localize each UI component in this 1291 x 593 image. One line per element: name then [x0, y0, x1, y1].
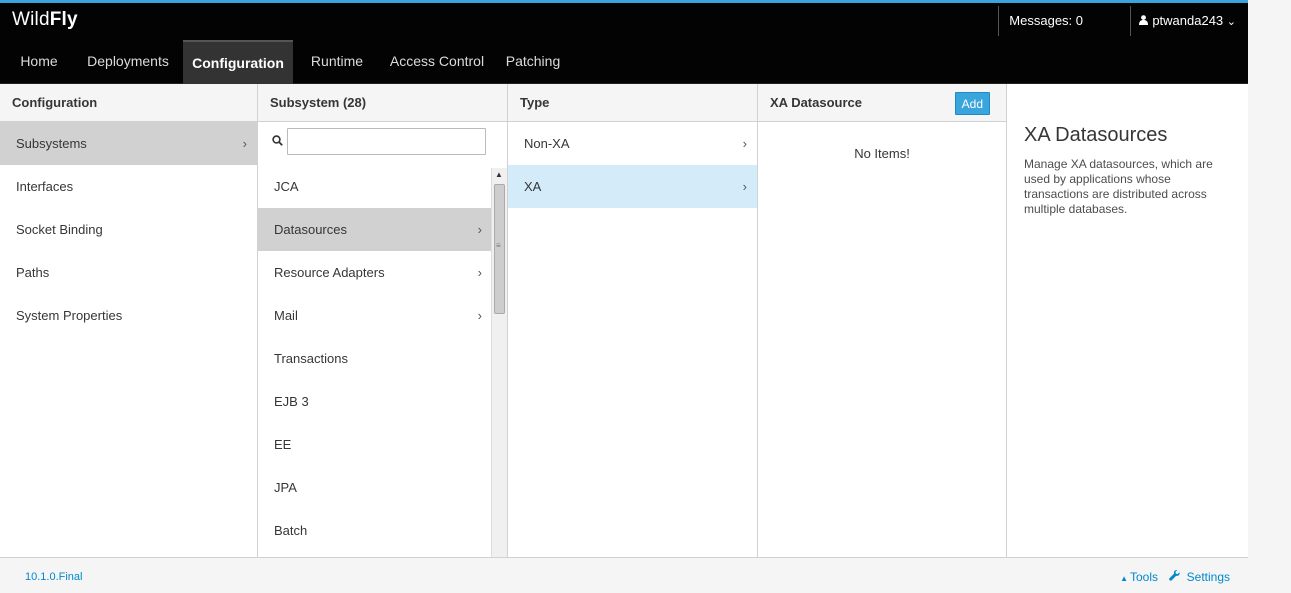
- subsystem-column: Subsystem (28) JCA Datasources › Resourc…: [258, 84, 508, 557]
- type-column-header: Type: [508, 84, 757, 122]
- main-nav: Home Deployments Configuration Runtime A…: [0, 40, 1248, 84]
- config-item-label: System Properties: [16, 308, 123, 323]
- type-item-label: XA: [524, 179, 542, 194]
- xa-datasource-column-header: XA Datasource Add: [758, 84, 1006, 122]
- config-item-subsystems[interactable]: Subsystems ›: [0, 122, 257, 165]
- nav-runtime[interactable]: Runtime: [300, 40, 374, 84]
- subsystem-item-label: Batch: [274, 523, 308, 538]
- config-item-label: Paths: [16, 265, 50, 280]
- search-icon: [272, 134, 283, 149]
- config-item-label: Interfaces: [16, 179, 74, 194]
- right-gutter: [1248, 0, 1291, 593]
- settings-label: Settings: [1186, 570, 1230, 584]
- tools-label: Tools: [1129, 570, 1158, 584]
- config-item-label: Subsystems: [16, 136, 87, 151]
- chevron-right-icon: ›: [477, 308, 482, 323]
- preview-panel: XA Datasources Manage XA datasources, wh…: [1007, 84, 1248, 557]
- nav-configuration[interactable]: Configuration: [183, 40, 293, 84]
- subsystem-search-input[interactable]: [287, 128, 486, 155]
- top-bar: WildFly Messages: 0 ptwanda243 ⌄: [0, 0, 1248, 40]
- chevron-right-icon: ›: [477, 265, 482, 280]
- xa-datasource-column: XA Datasource Add No Items!: [758, 84, 1007, 557]
- type-item-non-xa[interactable]: Non-XA ›: [508, 122, 757, 165]
- app-window: WildFly Messages: 0 ptwanda243 ⌄ Home De…: [0, 0, 1248, 593]
- scroll-up-arrow-icon[interactable]: ▲: [495, 170, 503, 179]
- xa-datasource-header-label: XA Datasource: [770, 95, 862, 110]
- subsystem-item-jpa[interactable]: JPA: [258, 466, 492, 509]
- subsystem-item-label: EJB 3: [274, 394, 309, 409]
- type-column: Type Non-XA › XA ›: [508, 84, 758, 557]
- preview-description: Manage XA datasources, which are used by…: [1024, 157, 1213, 216]
- user-name: ptwanda243: [1152, 13, 1224, 28]
- subsystem-item-label: Datasources: [274, 222, 347, 237]
- chevron-down-icon: ⌄: [1226, 16, 1236, 28]
- config-item-socket-binding[interactable]: Socket Binding: [0, 208, 257, 251]
- messages-link[interactable]: Messages: 0: [998, 6, 1083, 36]
- type-item-xa[interactable]: XA ›: [508, 165, 757, 208]
- version-link[interactable]: 10.1.0.Final: [25, 571, 82, 583]
- chevron-right-icon: ›: [477, 222, 482, 237]
- caret-up-icon: ▲: [1120, 574, 1128, 583]
- subsystem-item-label: Transactions: [274, 351, 348, 366]
- config-item-interfaces[interactable]: Interfaces: [0, 165, 257, 208]
- nav-deployments[interactable]: Deployments: [76, 40, 180, 84]
- nav-patching[interactable]: Patching: [498, 40, 568, 84]
- wildfly-logo[interactable]: WildFly: [12, 9, 78, 31]
- subsystem-scrollbar[interactable]: ▲ ≡: [491, 168, 507, 557]
- subsystem-item-label: Mail: [274, 308, 298, 323]
- config-item-label: Socket Binding: [16, 222, 103, 237]
- scrollbar-thumb[interactable]: ≡: [494, 184, 505, 314]
- empty-state-text: No Items!: [854, 146, 910, 161]
- brand-prefix: Wild: [12, 9, 50, 30]
- settings-link[interactable]: Settings: [1169, 569, 1230, 584]
- subsystem-item-label: JPA: [274, 480, 297, 495]
- add-button[interactable]: Add: [954, 92, 990, 115]
- subsystem-item-label: JCA: [274, 179, 299, 194]
- chevron-right-icon: ›: [242, 136, 247, 151]
- wrench-icon: [1169, 569, 1183, 584]
- config-item-system-properties[interactable]: System Properties: [0, 294, 257, 337]
- configuration-column: Configuration Subsystems › Interfaces So…: [0, 84, 258, 557]
- brand-bold: Fly: [49, 9, 78, 30]
- configuration-column-header: Configuration: [0, 84, 257, 122]
- config-item-paths[interactable]: Paths: [0, 251, 257, 294]
- subsystem-item-label: Resource Adapters: [274, 265, 385, 280]
- subsystem-column-header: Subsystem (28): [258, 84, 507, 122]
- subsystem-item-resource-adapters[interactable]: Resource Adapters ›: [258, 251, 492, 294]
- subsystem-item-datasources[interactable]: Datasources ›: [258, 208, 492, 251]
- subsystem-item-ee[interactable]: EE: [258, 423, 492, 466]
- subsystem-search: [258, 122, 507, 162]
- type-item-label: Non-XA: [524, 136, 570, 151]
- subsystem-list: JCA Datasources › Resource Adapters › Ma…: [258, 165, 492, 552]
- nav-access-control[interactable]: Access Control: [382, 40, 492, 84]
- subsystem-item-jca[interactable]: JCA: [258, 165, 492, 208]
- user-icon: [1139, 7, 1149, 37]
- nav-home[interactable]: Home: [10, 40, 68, 84]
- footer: 10.1.0.Final ▲ Tools Settings: [0, 557, 1248, 593]
- scroll-grip-icon: ≡: [496, 241, 501, 250]
- user-menu[interactable]: ptwanda243 ⌄: [1130, 6, 1236, 36]
- subsystem-item-mail[interactable]: Mail ›: [258, 294, 492, 337]
- subsystem-item-ejb3[interactable]: EJB 3: [258, 380, 492, 423]
- subsystem-item-transactions[interactable]: Transactions: [258, 337, 492, 380]
- subsystem-item-batch[interactable]: Batch: [258, 509, 492, 552]
- tools-menu[interactable]: ▲ Tools: [1120, 570, 1158, 584]
- chevron-right-icon: ›: [742, 136, 747, 151]
- preview-title: XA Datasources: [1024, 124, 1168, 146]
- chevron-right-icon: ›: [742, 179, 747, 194]
- subsystem-item-label: EE: [274, 437, 292, 452]
